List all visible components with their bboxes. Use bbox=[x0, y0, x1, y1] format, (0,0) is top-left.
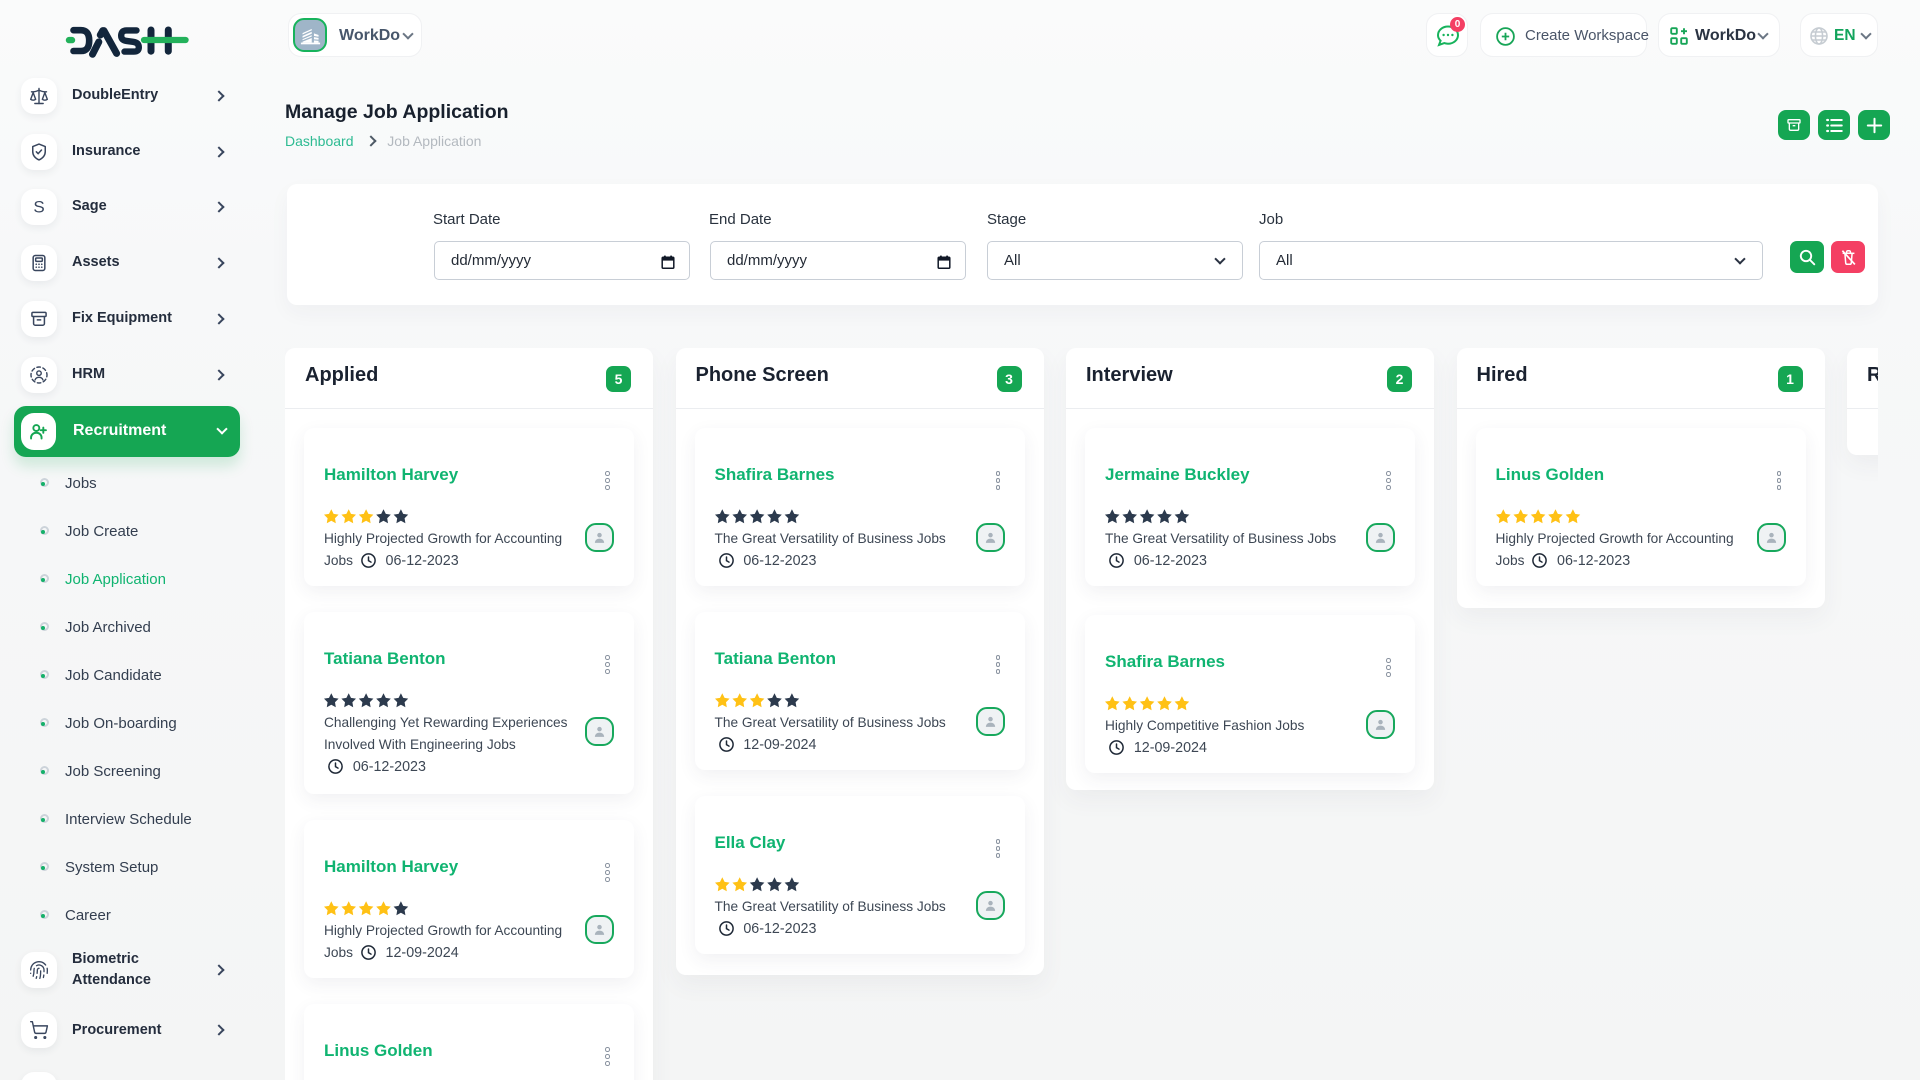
svg-text:S: S bbox=[33, 198, 44, 217]
